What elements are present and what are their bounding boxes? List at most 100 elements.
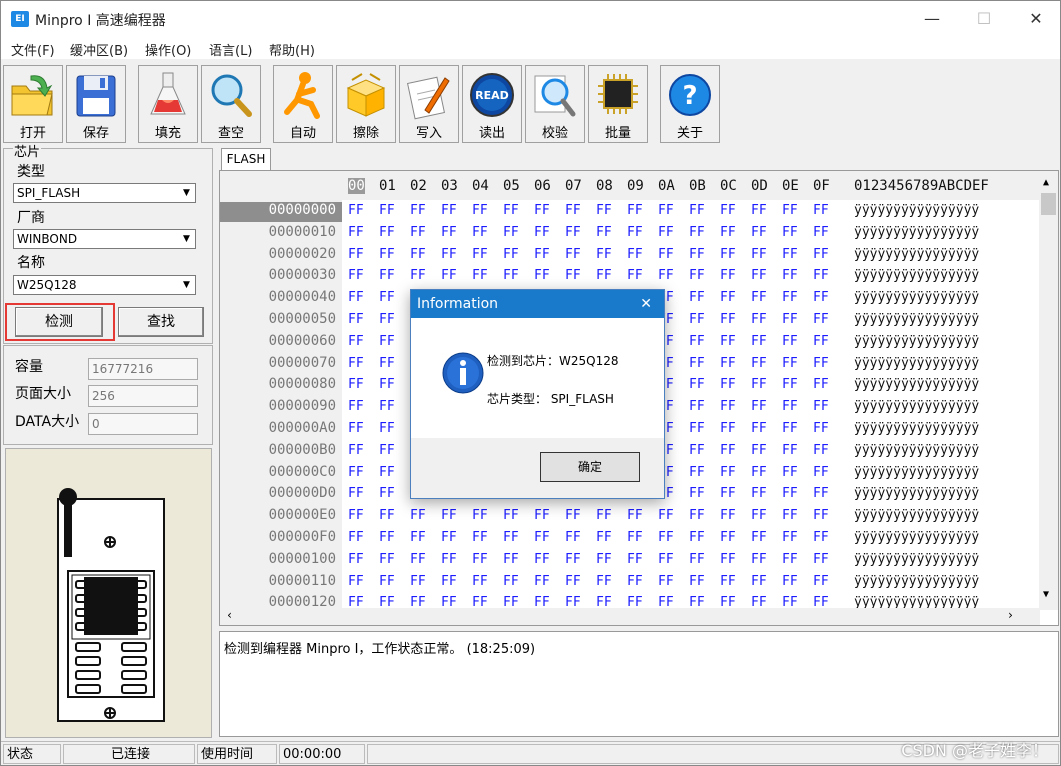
hex-byte-cell[interactable]: FF: [441, 508, 457, 523]
hex-byte-cell[interactable]: FF: [782, 225, 798, 240]
hex-byte-cell[interactable]: FF: [472, 268, 488, 283]
hex-byte-cell[interactable]: FF: [813, 203, 829, 218]
hex-byte-cell[interactable]: FF: [782, 508, 798, 523]
ascii-row[interactable]: ÿÿÿÿÿÿÿÿÿÿÿÿÿÿÿÿ: [854, 290, 979, 305]
hex-byte-cell[interactable]: FF: [410, 508, 426, 523]
ascii-row[interactable]: ÿÿÿÿÿÿÿÿÿÿÿÿÿÿÿÿ: [854, 334, 979, 349]
hex-byte-cell[interactable]: FF: [596, 268, 612, 283]
hex-byte-cell[interactable]: FF: [472, 203, 488, 218]
hex-byte-cell[interactable]: FF: [751, 312, 767, 327]
horizontal-scrollbar[interactable]: ‹ ›: [220, 608, 1040, 625]
hex-byte-cell[interactable]: FF: [379, 203, 395, 218]
hex-byte-cell[interactable]: FF: [658, 247, 674, 262]
hex-byte-cell[interactable]: FF: [596, 225, 612, 240]
hex-byte-cell[interactable]: FF: [379, 334, 395, 349]
hex-byte-cell[interactable]: FF: [782, 399, 798, 414]
hex-byte-cell[interactable]: FF: [565, 552, 581, 567]
hex-byte-cell[interactable]: FF: [472, 574, 488, 589]
hex-byte-cell[interactable]: FF: [720, 225, 736, 240]
erase-button[interactable]: 擦除: [336, 65, 396, 143]
hex-byte-cell[interactable]: FF: [813, 443, 829, 458]
hex-byte-cell[interactable]: FF: [658, 225, 674, 240]
hex-byte-cell[interactable]: FF: [348, 552, 364, 567]
hex-byte-cell[interactable]: FF: [379, 421, 395, 436]
scroll-left-icon[interactable]: ‹: [226, 608, 233, 622]
hex-byte-cell[interactable]: FF: [689, 574, 705, 589]
hex-byte-cell[interactable]: FF: [596, 203, 612, 218]
maximize-button[interactable]: ☐: [961, 5, 1007, 33]
hex-byte-cell[interactable]: FF: [627, 508, 643, 523]
hex-byte-cell[interactable]: FF: [751, 399, 767, 414]
hex-byte-cell[interactable]: FF: [813, 530, 829, 545]
hex-byte-cell[interactable]: FF: [503, 225, 519, 240]
hex-byte-cell[interactable]: FF: [689, 421, 705, 436]
hex-byte-cell[interactable]: FF: [348, 530, 364, 545]
open-button[interactable]: 打开: [3, 65, 63, 143]
hex-byte-cell[interactable]: FF: [813, 334, 829, 349]
hex-byte-cell[interactable]: FF: [751, 247, 767, 262]
hex-byte-cell[interactable]: FF: [689, 312, 705, 327]
hex-byte-cell[interactable]: FF: [720, 552, 736, 567]
hex-byte-cell[interactable]: FF: [782, 334, 798, 349]
hex-byte-cell[interactable]: FF: [379, 465, 395, 480]
hex-byte-cell[interactable]: FF: [379, 225, 395, 240]
vendor-select[interactable]: WINBOND ▼: [13, 229, 196, 249]
hex-byte-cell[interactable]: FF: [348, 203, 364, 218]
hex-byte-cell[interactable]: FF: [534, 268, 550, 283]
hex-byte-cell[interactable]: FF: [813, 225, 829, 240]
ascii-row[interactable]: ÿÿÿÿÿÿÿÿÿÿÿÿÿÿÿÿ: [854, 203, 979, 218]
hex-byte-cell[interactable]: FF: [348, 247, 364, 262]
hex-byte-cell[interactable]: FF: [689, 334, 705, 349]
hex-byte-cell[interactable]: FF: [348, 356, 364, 371]
hex-byte-cell[interactable]: FF: [565, 225, 581, 240]
hex-byte-cell[interactable]: FF: [627, 574, 643, 589]
hex-byte-cell[interactable]: FF: [348, 465, 364, 480]
hex-byte-cell[interactable]: FF: [596, 530, 612, 545]
hex-byte-cell[interactable]: FF: [503, 574, 519, 589]
ascii-row[interactable]: ÿÿÿÿÿÿÿÿÿÿÿÿÿÿÿÿ: [854, 530, 979, 545]
type-select[interactable]: SPI_FLASH ▼: [13, 183, 196, 203]
ascii-row[interactable]: ÿÿÿÿÿÿÿÿÿÿÿÿÿÿÿÿ: [854, 421, 979, 436]
find-button[interactable]: 查找: [118, 307, 204, 337]
hex-byte-cell[interactable]: FF: [658, 552, 674, 567]
ascii-row[interactable]: ÿÿÿÿÿÿÿÿÿÿÿÿÿÿÿÿ: [854, 225, 979, 240]
hex-byte-cell[interactable]: FF: [751, 377, 767, 392]
fill-button[interactable]: 填充: [138, 65, 198, 143]
hex-byte-cell[interactable]: FF: [627, 530, 643, 545]
hex-byte-cell[interactable]: FF: [751, 465, 767, 480]
hex-byte-cell[interactable]: FF: [565, 508, 581, 523]
hex-byte-cell[interactable]: FF: [565, 268, 581, 283]
hex-byte-cell[interactable]: FF: [379, 356, 395, 371]
hex-byte-cell[interactable]: FF: [534, 225, 550, 240]
ascii-row[interactable]: ÿÿÿÿÿÿÿÿÿÿÿÿÿÿÿÿ: [854, 443, 979, 458]
hex-byte-cell[interactable]: FF: [782, 312, 798, 327]
hex-byte-cell[interactable]: FF: [720, 312, 736, 327]
hex-byte-cell[interactable]: FF: [658, 574, 674, 589]
hex-byte-cell[interactable]: FF: [720, 530, 736, 545]
hex-byte-cell[interactable]: FF: [441, 203, 457, 218]
hex-byte-cell[interactable]: FF: [689, 443, 705, 458]
hex-byte-cell[interactable]: FF: [534, 247, 550, 262]
hex-byte-cell[interactable]: FF: [782, 356, 798, 371]
hex-byte-cell[interactable]: FF: [348, 574, 364, 589]
hex-byte-cell[interactable]: FF: [410, 268, 426, 283]
hex-byte-cell[interactable]: FF: [379, 290, 395, 305]
auto-button[interactable]: 自动: [273, 65, 333, 143]
hex-byte-cell[interactable]: FF: [503, 508, 519, 523]
hex-byte-cell[interactable]: FF: [751, 356, 767, 371]
menu-operation[interactable]: 操作(O): [145, 40, 191, 59]
hex-byte-cell[interactable]: FF: [689, 377, 705, 392]
hex-byte-cell[interactable]: FF: [751, 334, 767, 349]
hex-byte-cell[interactable]: FF: [720, 486, 736, 501]
hex-byte-cell[interactable]: FF: [689, 530, 705, 545]
ascii-row[interactable]: ÿÿÿÿÿÿÿÿÿÿÿÿÿÿÿÿ: [854, 465, 979, 480]
hex-byte-cell[interactable]: FF: [379, 443, 395, 458]
hex-byte-cell[interactable]: FF: [596, 508, 612, 523]
hex-byte-cell[interactable]: FF: [751, 290, 767, 305]
hex-byte-cell[interactable]: FF: [720, 290, 736, 305]
hex-byte-cell[interactable]: FF: [410, 574, 426, 589]
hex-byte-cell[interactable]: FF: [348, 334, 364, 349]
hex-byte-cell[interactable]: FF: [472, 225, 488, 240]
hex-byte-cell[interactable]: FF: [720, 421, 736, 436]
hex-byte-cell[interactable]: FF: [472, 552, 488, 567]
